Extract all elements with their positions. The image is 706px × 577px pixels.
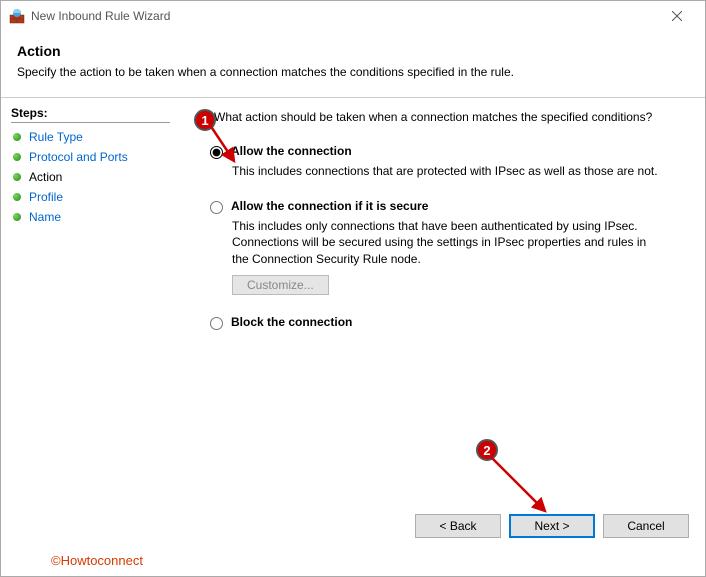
wizard-header: Action Specify the action to be taken wh… [1,31,705,89]
radio-allow-connection[interactable] [210,146,223,159]
option-desc: This includes only connections that have… [232,218,662,267]
option-block-connection: Block the connection [210,315,681,330]
option-desc: This includes connections that are prote… [232,163,662,179]
step-label: Name [29,210,61,224]
page-subtitle: Specify the action to be taken when a co… [17,65,689,79]
step-profile[interactable]: Profile [11,187,170,207]
step-label: Action [29,170,62,184]
titlebar: New Inbound Rule Wizard [1,1,705,31]
watermark: ©Howtoconnect [51,553,143,568]
steps-heading: Steps: [11,106,170,123]
main-area: Steps: Rule Type Protocol and Ports Acti… [1,98,705,497]
content-panel: What action should be taken when a conne… [176,98,705,497]
step-label: Profile [29,190,63,204]
bullet-icon [13,193,21,201]
step-label: Rule Type [29,130,83,144]
bullet-icon [13,153,21,161]
step-name[interactable]: Name [11,207,170,227]
bullet-icon [13,213,21,221]
option-label[interactable]: Allow the connection if it is secure [231,199,428,213]
customize-button: Customize... [232,275,329,295]
option-label[interactable]: Allow the connection [231,144,352,158]
radio-allow-if-secure[interactable] [210,201,223,214]
step-protocol-and-ports[interactable]: Protocol and Ports [11,147,170,167]
close-icon [672,11,682,21]
bullet-icon [13,133,21,141]
next-button[interactable]: Next > [509,514,595,538]
close-button[interactable] [654,2,699,30]
action-prompt: What action should be taken when a conne… [214,110,681,124]
page-title: Action [17,43,689,59]
step-rule-type[interactable]: Rule Type [11,127,170,147]
step-action: Action [11,167,170,187]
option-allow-connection: Allow the connection This includes conne… [210,144,681,179]
annotation-marker-2: 2 [476,439,498,461]
back-button[interactable]: < Back [415,514,501,538]
window-title: New Inbound Rule Wizard [31,9,654,23]
bullet-icon [13,173,21,181]
firewall-icon [9,8,25,24]
cancel-button[interactable]: Cancel [603,514,689,538]
radio-block-connection[interactable] [210,317,223,330]
steps-sidebar: Steps: Rule Type Protocol and Ports Acti… [1,98,176,497]
option-label[interactable]: Block the connection [231,315,352,329]
option-allow-if-secure: Allow the connection if it is secure Thi… [210,199,681,295]
step-label: Protocol and Ports [29,150,128,164]
wizard-footer: < Back Next > Cancel [415,514,689,538]
annotation-marker-1: 1 [194,109,216,131]
